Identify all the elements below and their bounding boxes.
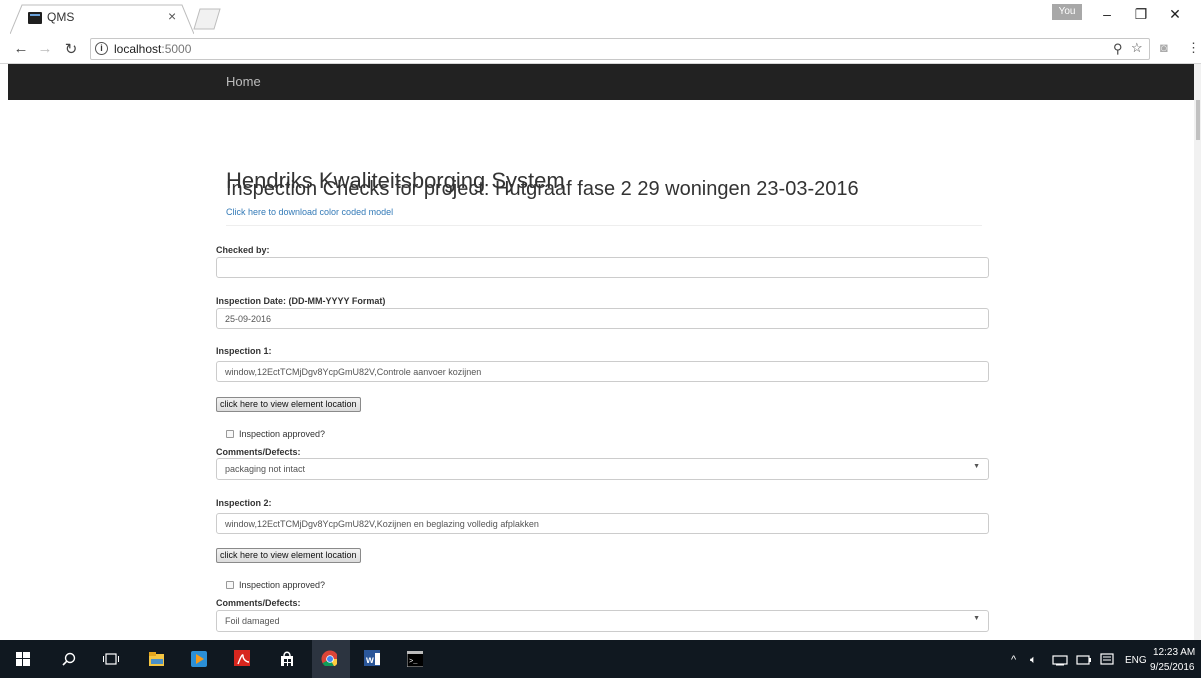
nav-home-link[interactable]: Home bbox=[226, 74, 261, 89]
chrome-icon[interactable] bbox=[321, 650, 337, 666]
extension-icon[interactable]: ◙ bbox=[1160, 40, 1168, 55]
pdf-reader-icon[interactable] bbox=[234, 650, 250, 666]
new-tab-button[interactable] bbox=[192, 8, 222, 30]
task-view-icon[interactable] bbox=[103, 652, 119, 668]
inspection-1-input[interactable]: window,12EctTCMjDgv8YcpGmU82V,Controle a… bbox=[216, 361, 989, 382]
terminal-icon[interactable]: >_ bbox=[407, 651, 423, 667]
zoom-icon[interactable]: ⚲ bbox=[1113, 41, 1123, 57]
comments-value-1: packaging not intact bbox=[225, 464, 306, 474]
approved-row-1: Inspection approved? bbox=[226, 429, 325, 439]
inspection-date-label: Inspection Date: (DD-MM-YYYY Format) bbox=[216, 296, 386, 306]
reload-icon[interactable]: ↻ bbox=[62, 40, 80, 58]
browser-tab-strip: QMS × You – ❐ ✕ bbox=[0, 0, 1201, 34]
view-location-button-2[interactable]: click here to view element location bbox=[216, 548, 361, 563]
notifications-icon[interactable] bbox=[1100, 653, 1114, 667]
file-explorer-icon[interactable] bbox=[148, 651, 164, 667]
search-icon[interactable] bbox=[62, 652, 78, 668]
menu-dots-icon[interactable]: ⋮ bbox=[1187, 40, 1200, 56]
minimize-icon[interactable]: – bbox=[1097, 6, 1117, 22]
svg-text:>_: >_ bbox=[409, 658, 418, 666]
view-location-button-1[interactable]: click here to view element location bbox=[216, 397, 361, 412]
chevron-down-icon: ▼ bbox=[973, 463, 980, 470]
page-scrollbar[interactable] bbox=[1194, 64, 1201, 640]
project-heading: Inspection Checks for project: Hutgraaf … bbox=[226, 178, 859, 200]
network-icon[interactable] bbox=[1052, 654, 1068, 666]
inspection-2-label: Inspection 2: bbox=[216, 498, 272, 508]
inspection-1-label: Inspection 1: bbox=[216, 346, 272, 356]
info-icon[interactable]: i bbox=[95, 42, 108, 55]
chevron-down-icon: ▼ bbox=[973, 615, 980, 622]
bookmark-star-icon[interactable]: ☆ bbox=[1131, 40, 1143, 56]
app-navbar: Home bbox=[8, 64, 1197, 100]
volume-icon[interactable]: 🔈︎ bbox=[1030, 654, 1037, 667]
url-text: localhost:5000 bbox=[114, 42, 192, 56]
comments-select-1[interactable]: packaging not intact ▼ bbox=[216, 458, 989, 480]
scrollbar-thumb[interactable] bbox=[1196, 100, 1200, 140]
tab-close-icon[interactable]: × bbox=[168, 8, 176, 24]
media-player-icon[interactable] bbox=[191, 651, 207, 667]
approved-checkbox-1[interactable] bbox=[226, 430, 234, 438]
checked-by-input[interactable] bbox=[216, 257, 989, 278]
battery-icon[interactable] bbox=[1076, 654, 1092, 666]
approved-label-2: Inspection approved? bbox=[239, 580, 326, 590]
store-bag-icon[interactable] bbox=[279, 650, 295, 666]
inspection-date-input[interactable]: 25-09-2016 bbox=[216, 308, 989, 329]
chevron-up-icon[interactable]: ^ bbox=[1011, 654, 1016, 666]
comments-label-1: Comments/Defects: bbox=[216, 447, 301, 457]
inspection-2-input[interactable]: window,12EctTCMjDgv8YcpGmU82V,Kozijnen e… bbox=[216, 513, 989, 534]
svg-text:w: w bbox=[365, 655, 374, 666]
download-model-link[interactable]: Click here to download color coded model bbox=[226, 207, 393, 217]
clock-time[interactable]: 12:23 AM bbox=[1153, 647, 1195, 658]
word-icon[interactable]: w bbox=[364, 650, 380, 666]
checked-by-label: Checked by: bbox=[216, 245, 270, 255]
language-indicator[interactable]: ENG bbox=[1125, 655, 1147, 666]
approved-label-1: Inspection approved? bbox=[239, 429, 326, 439]
comments-label-2: Comments/Defects: bbox=[216, 598, 301, 608]
forward-arrow-icon[interactable]: → bbox=[36, 40, 54, 57]
divider bbox=[226, 225, 982, 226]
approved-checkbox-2[interactable] bbox=[226, 581, 234, 589]
back-arrow-icon[interactable]: ← bbox=[12, 40, 30, 57]
approved-row-2: Inspection approved? bbox=[226, 580, 325, 590]
omnibox-input[interactable] bbox=[90, 38, 1150, 60]
windows-start-icon[interactable] bbox=[16, 652, 32, 668]
windows-taskbar bbox=[0, 640, 1201, 678]
tab-title: QMS bbox=[47, 10, 75, 24]
profile-badge[interactable]: You bbox=[1052, 4, 1082, 20]
terminal-favicon-icon bbox=[28, 12, 42, 24]
restore-icon[interactable]: ❐ bbox=[1131, 6, 1151, 23]
comments-value-2: Foil damaged bbox=[225, 616, 280, 626]
comments-select-2[interactable]: Foil damaged ▼ bbox=[216, 610, 989, 632]
close-window-icon[interactable]: ✕ bbox=[1165, 6, 1185, 23]
clock-date[interactable]: 9/25/2016 bbox=[1150, 662, 1195, 673]
